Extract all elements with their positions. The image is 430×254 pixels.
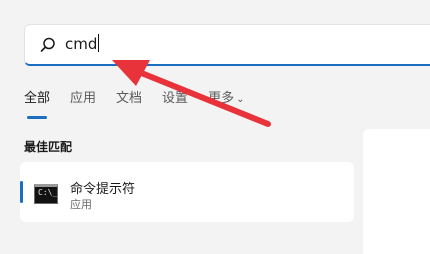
- tab-more[interactable]: 更多 ⌄: [208, 88, 244, 114]
- result-name: 命令提示符: [70, 182, 136, 197]
- tab-apps[interactable]: 应用: [70, 88, 96, 114]
- details-panel: [363, 129, 430, 254]
- tab-settings[interactable]: 设置: [162, 88, 188, 114]
- command-prompt-glyph: C:\_: [38, 188, 58, 197]
- chevron-down-icon: ⌄: [236, 94, 245, 105]
- best-match-result[interactable]: C:\_ 命令提示符 应用: [20, 162, 354, 222]
- command-prompt-icon: C:\_: [34, 184, 58, 204]
- filter-tabs: 全部 应用 文档 设置 更多 ⌄: [24, 88, 264, 119]
- section-title: 最佳匹配: [24, 140, 73, 154]
- result-type: 应用: [70, 198, 92, 211]
- tab-more-label: 更多: [208, 91, 235, 106]
- selection-indicator: [20, 181, 23, 203]
- tab-documents[interactable]: 文档: [116, 88, 142, 114]
- search-box[interactable]: cmd: [24, 24, 430, 66]
- search-input[interactable]: cmd: [65, 34, 100, 53]
- search-icon: [40, 37, 55, 52]
- tab-all[interactable]: 全部: [24, 88, 50, 119]
- text-caret: [98, 34, 100, 52]
